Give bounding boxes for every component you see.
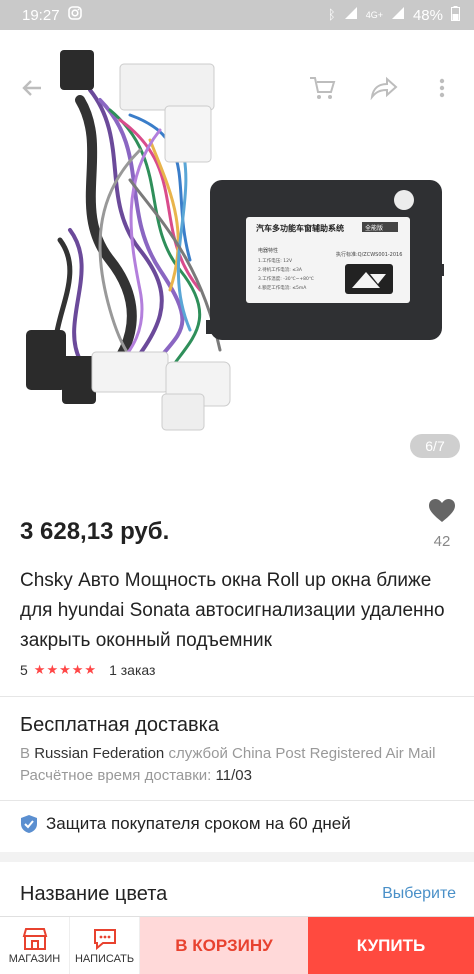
module-label-badge: 全能版 — [365, 224, 383, 232]
rating-value: 5 — [20, 662, 28, 678]
image-counter: 6/7 — [410, 434, 460, 458]
share-icon — [370, 76, 398, 100]
module-label-line: 2.待机工作电流: ≤3A — [258, 266, 303, 273]
delivery-estimate-value: 11/03 — [215, 767, 252, 784]
battery-level: 48% — [412, 6, 443, 24]
module-label-line: 1.工作电压: 12V — [258, 257, 293, 264]
buy-now-button[interactable]: КУПИТЬ — [308, 917, 474, 974]
store-icon — [22, 927, 47, 950]
divider — [0, 696, 474, 697]
product-price: 3 628,13 руб. — [20, 518, 170, 545]
battery-icon — [451, 5, 460, 25]
more-options-button[interactable] — [424, 70, 460, 106]
status-bar: 19:27 ᛒ 4G+ 48% — [0, 0, 474, 30]
more-vertical-icon — [439, 78, 445, 98]
divider — [0, 800, 474, 801]
module-label-line: 4.额定工作电流: ≤5mA — [258, 284, 307, 291]
module-label-std: 执行标准:Q/ZCWS001-2016 — [336, 251, 402, 258]
module-label-line: 3.工作温度: -30℃~+80℃ — [258, 275, 314, 282]
delivery-prefix: В — [20, 745, 31, 762]
cart-icon — [310, 77, 336, 99]
rating-row[interactable]: 5 ★★★★★ 1 заказ — [20, 662, 155, 678]
arrow-left-icon — [22, 80, 41, 96]
shield-icon — [21, 815, 37, 833]
heart-icon — [429, 499, 455, 522]
bluetooth-icon: ᛒ — [327, 7, 336, 23]
message-button[interactable]: НАПИСАТЬ — [70, 917, 140, 974]
network-type: 4G+ — [365, 10, 383, 20]
delivery-estimate: Расчётное время доставки: 11/03 — [20, 767, 252, 784]
wishlist-button[interactable]: 42 — [424, 498, 460, 550]
wishlist-count: 42 — [433, 533, 451, 550]
delivery-estimate-label: Расчётное время доставки: — [20, 767, 212, 784]
module-label: 汽车多功能车窗辅助系统 全能版 电器特性 1.工作电压: 12V 2.待机工作电… — [256, 223, 402, 291]
product-gallery[interactable]: 汽车多功能车窗辅助系统 全能版 电器特性 1.工作电压: 12V 2.待机工作电… — [0, 30, 474, 468]
store-button[interactable]: МАГАЗИН — [0, 917, 70, 974]
delivery-country: Russian Federation — [34, 745, 165, 762]
share-button[interactable] — [366, 70, 402, 106]
product-title: Chsky Авто Мощность окна Roll up окна бл… — [20, 570, 445, 651]
section-separator — [0, 852, 474, 862]
buyer-protection[interactable]: Защита покупателя сроком на 60 дней — [20, 814, 351, 834]
module-label-title: 汽车多功能车窗辅助系统 — [256, 223, 344, 233]
status-time: 19:27 — [22, 6, 60, 24]
cart-button[interactable] — [304, 70, 340, 106]
choose-color-link[interactable]: Выберите — [382, 885, 456, 903]
message-label: НАПИСАТЬ — [74, 952, 135, 965]
color-title: Название цвета — [20, 882, 168, 905]
delivery-method: В Russian Federation службой China Post … — [20, 745, 435, 762]
add-to-cart-button[interactable]: В КОРЗИНУ — [140, 917, 308, 974]
color-selector-row[interactable]: Название цвета Выберите — [0, 872, 474, 916]
delivery-service: службой China Post Registered Air Mail — [168, 745, 436, 762]
delivery-title[interactable]: Бесплатная доставка — [20, 714, 219, 737]
buyer-protection-text: Защита покупателя сроком на 60 дней — [46, 814, 351, 833]
signal-icon-2 — [391, 6, 405, 24]
instagram-icon — [67, 6, 82, 24]
signal-icon — [344, 6, 358, 24]
store-label: МАГАЗИН — [8, 952, 61, 965]
star-rating-icon: ★★★★★ — [33, 662, 98, 678]
module-label-section: 电器特性 — [258, 247, 278, 254]
back-button[interactable] — [14, 70, 50, 106]
bottom-action-bar: МАГАЗИН НАПИСАТЬ В КОРЗИНУ КУПИТЬ — [0, 916, 474, 974]
chat-icon — [93, 928, 116, 950]
orders-count: 1 заказ — [109, 662, 156, 678]
